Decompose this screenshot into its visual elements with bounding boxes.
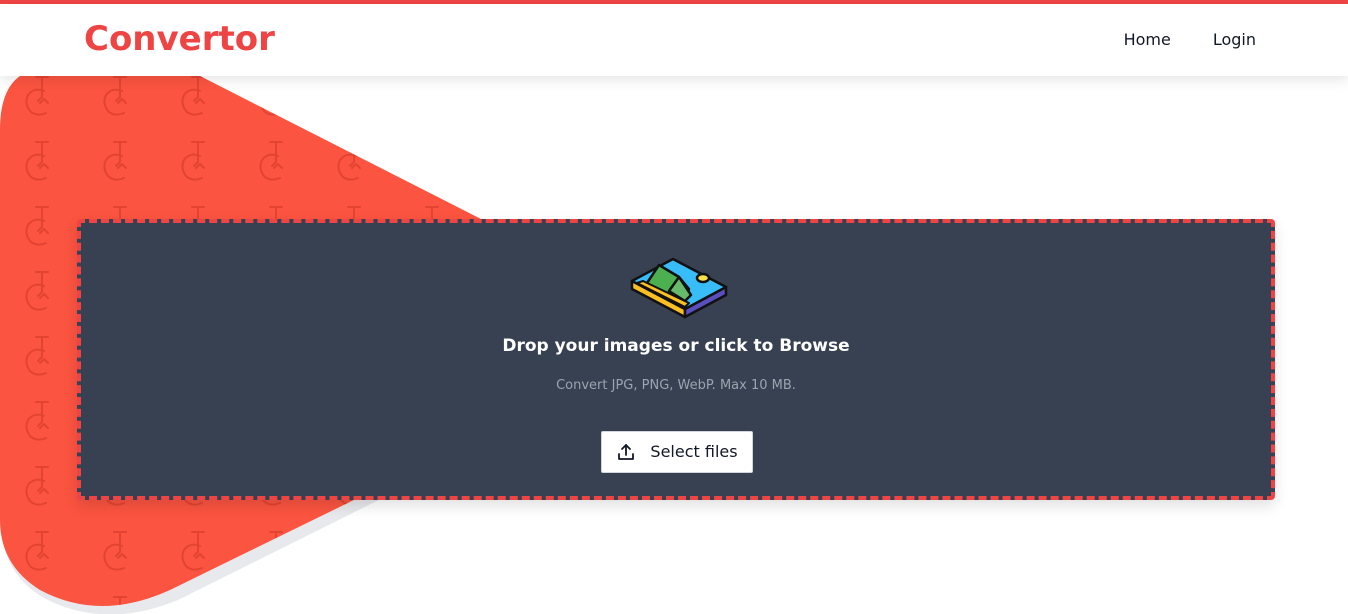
dropzone-subtitle: Convert JPG, PNG, WebP. Max 10 MB. bbox=[556, 378, 796, 393]
file-dropzone[interactable]: Drop your images or click to Browse Conv… bbox=[77, 219, 1275, 500]
nav-login-link[interactable]: Login bbox=[1213, 30, 1256, 50]
select-files-label: Select files bbox=[650, 442, 738, 461]
brand-logo[interactable]: Convertor bbox=[84, 18, 275, 60]
image-icon bbox=[630, 257, 728, 319]
select-files-button[interactable]: Select files bbox=[601, 431, 753, 473]
site-header: Convertor Home Login bbox=[0, 4, 1348, 76]
main-nav: Home Login bbox=[1124, 30, 1256, 50]
nav-home-link[interactable]: Home bbox=[1124, 30, 1171, 50]
dropzone-title: Drop your images or click to Browse bbox=[502, 336, 850, 356]
upload-icon bbox=[618, 444, 635, 460]
